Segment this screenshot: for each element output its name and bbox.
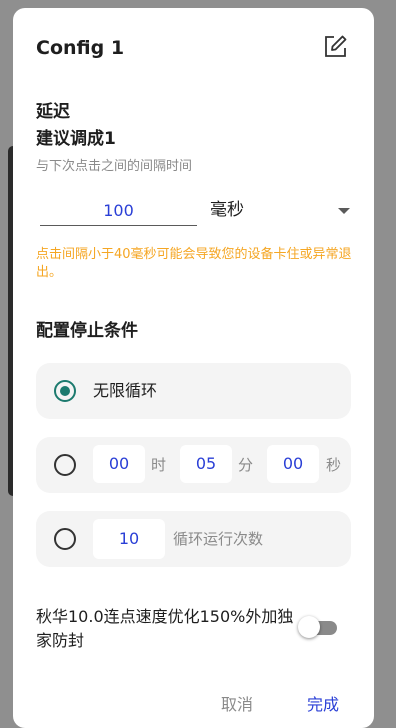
option-timed[interactable]: 00 时 05 分 00 秒 bbox=[36, 437, 351, 493]
seconds-unit: 秒 bbox=[326, 456, 342, 474]
option-run-count[interactable]: 10 循环运行次数 bbox=[36, 511, 351, 567]
hours-unit: 时 bbox=[151, 456, 167, 474]
hours-input[interactable]: 00 bbox=[93, 445, 145, 483]
unit-select-value: 毫秒 bbox=[210, 200, 244, 220]
config-dialog: Config 1 延迟 建议调成1 与下次点击之间的间隔时间 100 毫秒 点击… bbox=[13, 8, 374, 728]
delay-suggestion: 建议调成1 bbox=[36, 129, 116, 149]
delay-heading: 延迟 bbox=[36, 102, 70, 122]
run-count-input[interactable]: 10 bbox=[93, 519, 165, 559]
confirm-button[interactable]: 完成 bbox=[307, 693, 339, 717]
minutes-input[interactable]: 05 bbox=[180, 445, 232, 483]
edit-square-icon bbox=[325, 35, 347, 57]
radio-timed[interactable] bbox=[54, 454, 76, 476]
seconds-input[interactable]: 00 bbox=[267, 445, 319, 483]
delay-warning: 点击间隔小于40毫秒可能会导致您的设备卡住或异常退出。 bbox=[36, 247, 352, 280]
delay-hint: 与下次点击之间的间隔时间 bbox=[36, 159, 193, 174]
radio-run-count[interactable] bbox=[54, 528, 76, 550]
dialog-title: Config 1 bbox=[36, 37, 125, 59]
edit-icon[interactable] bbox=[323, 35, 347, 59]
boost-switch-label: 秋华10.0连点速度优化150%外加独家防封 bbox=[36, 607, 294, 650]
cancel-button[interactable]: 取消 bbox=[221, 693, 253, 717]
delay-input[interactable]: 100 bbox=[40, 198, 197, 226]
boost-switch-thumb[interactable] bbox=[298, 616, 320, 638]
option-infinite-label: 无限循环 bbox=[93, 381, 158, 400]
minutes-unit: 分 bbox=[238, 456, 254, 474]
radio-infinite-loop[interactable] bbox=[54, 380, 76, 402]
unit-select[interactable]: 毫秒 bbox=[210, 198, 350, 224]
stop-condition-heading: 配置停止条件 bbox=[36, 321, 138, 341]
option-infinite-loop[interactable]: 无限循环 bbox=[36, 363, 351, 419]
run-count-label: 循环运行次数 bbox=[173, 530, 264, 548]
dropdown-arrow-icon bbox=[338, 208, 350, 214]
